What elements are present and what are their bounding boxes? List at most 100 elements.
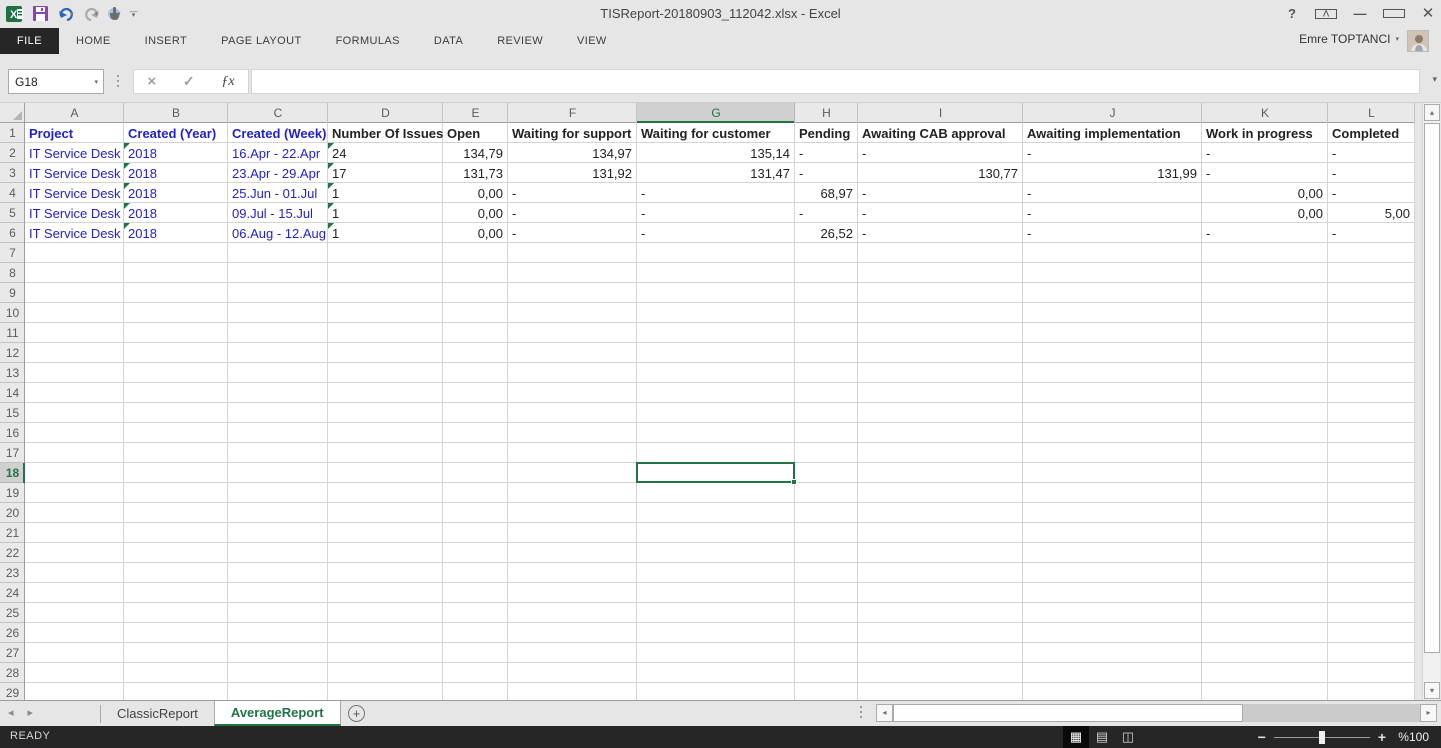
- cell-A29[interactable]: [25, 683, 124, 700]
- cell-F18[interactable]: [508, 463, 637, 483]
- scroll-left-icon[interactable]: ◂: [876, 704, 893, 722]
- cell-H3[interactable]: -: [795, 163, 858, 183]
- tab-insert[interactable]: INSERT: [128, 28, 205, 54]
- cell-F27[interactable]: [508, 643, 637, 663]
- cell-C4[interactable]: 25.Jun - 01.Jul: [228, 183, 328, 203]
- cell-I14[interactable]: [858, 383, 1023, 403]
- column-header-H[interactable]: H: [795, 103, 858, 123]
- cell-A15[interactable]: [25, 403, 124, 423]
- cell-J3[interactable]: 131,99: [1023, 163, 1202, 183]
- cell-K18[interactable]: [1202, 463, 1328, 483]
- cell-G3[interactable]: 131,47: [637, 163, 795, 183]
- cell-B4[interactable]: 2018: [124, 183, 228, 203]
- tab-formulas[interactable]: FORMULAS: [319, 28, 417, 54]
- cell-D26[interactable]: [328, 623, 443, 643]
- row-header-29[interactable]: 29: [0, 683, 25, 700]
- cell-G25[interactable]: [637, 603, 795, 623]
- cell-D25[interactable]: [328, 603, 443, 623]
- cell-I1[interactable]: Awaiting CAB approval: [858, 123, 1023, 143]
- cell-K1[interactable]: Work in progress: [1202, 123, 1328, 143]
- row-header-11[interactable]: 11: [0, 323, 25, 343]
- cell-F3[interactable]: 131,92: [508, 163, 637, 183]
- cell-D6[interactable]: 1: [328, 223, 443, 243]
- cell-H20[interactable]: [795, 503, 858, 523]
- cell-C12[interactable]: [228, 343, 328, 363]
- page-break-view-icon[interactable]: ◫: [1115, 726, 1141, 748]
- cell-G1[interactable]: Waiting for customer: [637, 123, 795, 143]
- cell-D14[interactable]: [328, 383, 443, 403]
- cell-A16[interactable]: [25, 423, 124, 443]
- cell-G19[interactable]: [637, 483, 795, 503]
- cell-I13[interactable]: [858, 363, 1023, 383]
- cell-C22[interactable]: [228, 543, 328, 563]
- cell-F22[interactable]: [508, 543, 637, 563]
- cell-C15[interactable]: [228, 403, 328, 423]
- cell-F16[interactable]: [508, 423, 637, 443]
- cell-I7[interactable]: [858, 243, 1023, 263]
- horizontal-scroll-thumb[interactable]: [893, 704, 1243, 722]
- cell-H27[interactable]: [795, 643, 858, 663]
- cell-G15[interactable]: [637, 403, 795, 423]
- cell-B27[interactable]: [124, 643, 228, 663]
- cell-L29[interactable]: [1328, 683, 1415, 700]
- cell-A12[interactable]: [25, 343, 124, 363]
- cell-F21[interactable]: [508, 523, 637, 543]
- cell-D7[interactable]: [328, 243, 443, 263]
- cell-J9[interactable]: [1023, 283, 1202, 303]
- row-header-17[interactable]: 17: [0, 443, 25, 463]
- column-header-B[interactable]: B: [124, 103, 228, 123]
- cell-F28[interactable]: [508, 663, 637, 683]
- cell-A23[interactable]: [25, 563, 124, 583]
- cell-D16[interactable]: [328, 423, 443, 443]
- cell-E28[interactable]: [443, 663, 508, 683]
- cell-L4[interactable]: -: [1328, 183, 1415, 203]
- cell-F12[interactable]: [508, 343, 637, 363]
- cell-E10[interactable]: [443, 303, 508, 323]
- cell-B14[interactable]: [124, 383, 228, 403]
- maximize-icon[interactable]: [1383, 6, 1405, 21]
- cell-G12[interactable]: [637, 343, 795, 363]
- cell-B17[interactable]: [124, 443, 228, 463]
- cell-L24[interactable]: [1328, 583, 1415, 603]
- cell-B9[interactable]: [124, 283, 228, 303]
- column-header-A[interactable]: A: [25, 103, 124, 123]
- cell-K26[interactable]: [1202, 623, 1328, 643]
- cell-A20[interactable]: [25, 503, 124, 523]
- cell-D5[interactable]: 1: [328, 203, 443, 223]
- cell-L20[interactable]: [1328, 503, 1415, 523]
- cell-D27[interactable]: [328, 643, 443, 663]
- scroll-right-icon[interactable]: ▸: [1420, 704, 1437, 722]
- cell-B24[interactable]: [124, 583, 228, 603]
- cell-I20[interactable]: [858, 503, 1023, 523]
- cell-E6[interactable]: 0,00: [443, 223, 508, 243]
- cancel-icon[interactable]: ×: [147, 73, 156, 90]
- cell-G23[interactable]: [637, 563, 795, 583]
- cell-L8[interactable]: [1328, 263, 1415, 283]
- cell-D22[interactable]: [328, 543, 443, 563]
- cell-A22[interactable]: [25, 543, 124, 563]
- cell-L26[interactable]: [1328, 623, 1415, 643]
- cell-F17[interactable]: [508, 443, 637, 463]
- cell-I25[interactable]: [858, 603, 1023, 623]
- cell-H28[interactable]: [795, 663, 858, 683]
- cell-E15[interactable]: [443, 403, 508, 423]
- cell-K17[interactable]: [1202, 443, 1328, 463]
- cell-I9[interactable]: [858, 283, 1023, 303]
- cell-C18[interactable]: [228, 463, 328, 483]
- close-icon[interactable]: ✕: [1417, 4, 1439, 22]
- cell-K13[interactable]: [1202, 363, 1328, 383]
- cell-F14[interactable]: [508, 383, 637, 403]
- cell-I4[interactable]: -: [858, 183, 1023, 203]
- cell-B6[interactable]: 2018: [124, 223, 228, 243]
- cell-A7[interactable]: [25, 243, 124, 263]
- row-header-18[interactable]: 18: [0, 463, 25, 483]
- cell-E4[interactable]: 0,00: [443, 183, 508, 203]
- cell-C13[interactable]: [228, 363, 328, 383]
- cell-K24[interactable]: [1202, 583, 1328, 603]
- cell-I29[interactable]: [858, 683, 1023, 700]
- tab-data[interactable]: DATA: [417, 28, 480, 54]
- cell-K6[interactable]: -: [1202, 223, 1328, 243]
- cell-D1[interactable]: Number Of Issues: [328, 123, 443, 143]
- cell-F2[interactable]: 134,97: [508, 143, 637, 163]
- horizontal-scroll-track[interactable]: [893, 704, 1420, 722]
